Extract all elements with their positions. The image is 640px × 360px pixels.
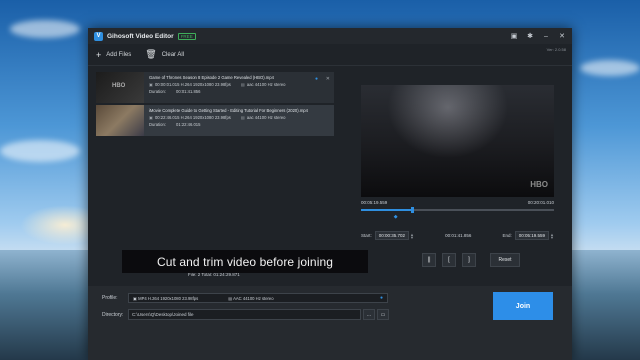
preview-watermark: HBO bbox=[530, 180, 548, 189]
desktop-cloud bbox=[580, 60, 640, 76]
file-audio-spec: aac 44100 Hz stereo bbox=[246, 115, 286, 120]
close-icon[interactable]: ✕ bbox=[558, 32, 566, 40]
start-time-input[interactable]: 00:00:35.702 bbox=[374, 231, 410, 240]
register-icon[interactable]: ▣ bbox=[510, 32, 518, 40]
desktop-cloud bbox=[0, 140, 80, 162]
selected-dot-icon: ● bbox=[314, 76, 318, 82]
duration-label: Duration: bbox=[149, 122, 166, 127]
file-duration: 01:22:46.015 bbox=[176, 122, 201, 127]
audio-icon: ▤ bbox=[240, 115, 245, 120]
file-start: 00:00:01.015 bbox=[154, 82, 180, 87]
version-text: Ver: 2.0.58 bbox=[546, 47, 566, 52]
mark-out-button[interactable]: ] bbox=[462, 253, 476, 267]
timeline: 00:05:19.559 00:20:01.010 ◆ bbox=[361, 200, 554, 220]
file-video-spec: H.264 1920x1080 23.98fps bbox=[180, 115, 231, 120]
join-button[interactable]: Join bbox=[493, 292, 553, 320]
trim-row: Start: 00:00:35.702 ▲ ▼ 00:01:41.856 End:… bbox=[361, 231, 554, 240]
mark-in-button[interactable]: [ bbox=[442, 253, 456, 267]
plus-icon: + bbox=[96, 49, 102, 60]
clear-all-button[interactable]: 🗑 Clear All bbox=[145, 49, 184, 60]
file-duration: 00:01:41.856 bbox=[176, 89, 201, 94]
file-row[interactable]: iMovie Complete Guide to Getting Started… bbox=[96, 105, 334, 136]
start-stepper-icon[interactable]: ▲ ▼ bbox=[410, 232, 414, 239]
trash-icon: 🗑 bbox=[145, 49, 157, 59]
duration-label: Duration: bbox=[149, 89, 166, 94]
profile-label: Profile: bbox=[102, 295, 118, 301]
timeline-progress bbox=[361, 209, 412, 211]
title-bar: V Gihosoft Video Editor FREE ▣ ✱ – ✕ bbox=[88, 28, 572, 44]
gear-icon[interactable]: ✱ bbox=[526, 32, 534, 40]
remove-file-icon[interactable]: ✕ bbox=[326, 76, 330, 82]
video-preview[interactable]: HBO bbox=[361, 85, 554, 197]
output-panel: Profile: ▣ MP4 H.264 1920x1080 23.98fps … bbox=[88, 286, 572, 360]
app-logo-icon: V bbox=[94, 31, 103, 41]
file-audio-spec: aac 44100 Hz stereo bbox=[246, 82, 286, 87]
timeline-track[interactable]: ◆ bbox=[361, 207, 554, 220]
total-time: 00:20:01.010 bbox=[527, 200, 554, 205]
video-icon: ▣ bbox=[149, 115, 153, 120]
pause-button[interactable]: || bbox=[422, 253, 436, 267]
toolbar: + Add Files 🗑 Clear All bbox=[88, 44, 572, 66]
trim-start-marker[interactable]: ◆ bbox=[394, 214, 398, 220]
directory-input[interactable]: C:\Users\Q\Desktop\Joined file bbox=[128, 309, 361, 320]
end-stepper-icon[interactable]: ▲ ▼ bbox=[550, 232, 554, 239]
caption-overlay: Cut and trim video before joining bbox=[122, 250, 368, 273]
desktop-cloud bbox=[10, 20, 80, 38]
preview-frame bbox=[361, 85, 554, 197]
end-label: End: bbox=[502, 233, 512, 238]
free-badge: FREE bbox=[177, 32, 196, 40]
folder-icon[interactable]: ▭ bbox=[377, 309, 389, 320]
app-title: Gihosoft Video Editor bbox=[107, 32, 174, 40]
minimize-icon[interactable]: – bbox=[542, 33, 550, 40]
playhead-handle[interactable] bbox=[411, 207, 415, 213]
file-name: Game of Thrones Season 8 Episode 2 Game … bbox=[149, 75, 274, 80]
file-row[interactable]: HBO Game of Thrones Season 8 Episode 2 G… bbox=[96, 72, 334, 103]
clear-all-label: Clear All bbox=[161, 51, 185, 58]
current-time: 00:05:19.559 bbox=[361, 200, 388, 205]
profile-audio: AAC 44100 Hz stereo bbox=[233, 295, 274, 301]
profile-settings-icon[interactable]: ● bbox=[380, 295, 383, 301]
start-label: Start: bbox=[361, 233, 372, 238]
video-thumbnail bbox=[96, 105, 144, 136]
directory-label: Directory: bbox=[102, 312, 124, 318]
thumbnail-logo: HBO bbox=[112, 83, 126, 89]
app-window: V Gihosoft Video Editor FREE ▣ ✱ – ✕ + A… bbox=[88, 28, 572, 360]
clip-duration: 00:01:41.856 bbox=[445, 233, 472, 238]
file-name: iMovie Complete Guide to Getting Started… bbox=[149, 108, 308, 113]
file-video-spec: H.264 1920x1080 23.98fps bbox=[180, 82, 231, 87]
end-time-input[interactable]: 00:05:19.559 bbox=[514, 231, 550, 240]
profile-select[interactable]: ▣ MP4 H.264 1920x1080 23.98fps ▤ AAC 441… bbox=[128, 293, 388, 303]
file-list: HBO Game of Thrones Season 8 Episode 2 G… bbox=[96, 72, 334, 138]
file-start: 00:22:46.015 bbox=[154, 115, 180, 120]
video-icon: ▣ bbox=[149, 82, 153, 87]
reset-button[interactable]: Reset bbox=[490, 253, 520, 267]
profile-video: MP4 H.264 1920x1080 23.98fps bbox=[138, 295, 199, 301]
add-files-label: Add Files bbox=[106, 51, 132, 58]
audio-icon: ▤ bbox=[240, 82, 245, 87]
browse-button[interactable]: ... bbox=[363, 309, 375, 320]
playback-controls: || [ ] Reset bbox=[422, 253, 520, 267]
add-files-button[interactable]: + Add Files bbox=[96, 50, 131, 60]
video-thumbnail: HBO bbox=[96, 72, 144, 103]
